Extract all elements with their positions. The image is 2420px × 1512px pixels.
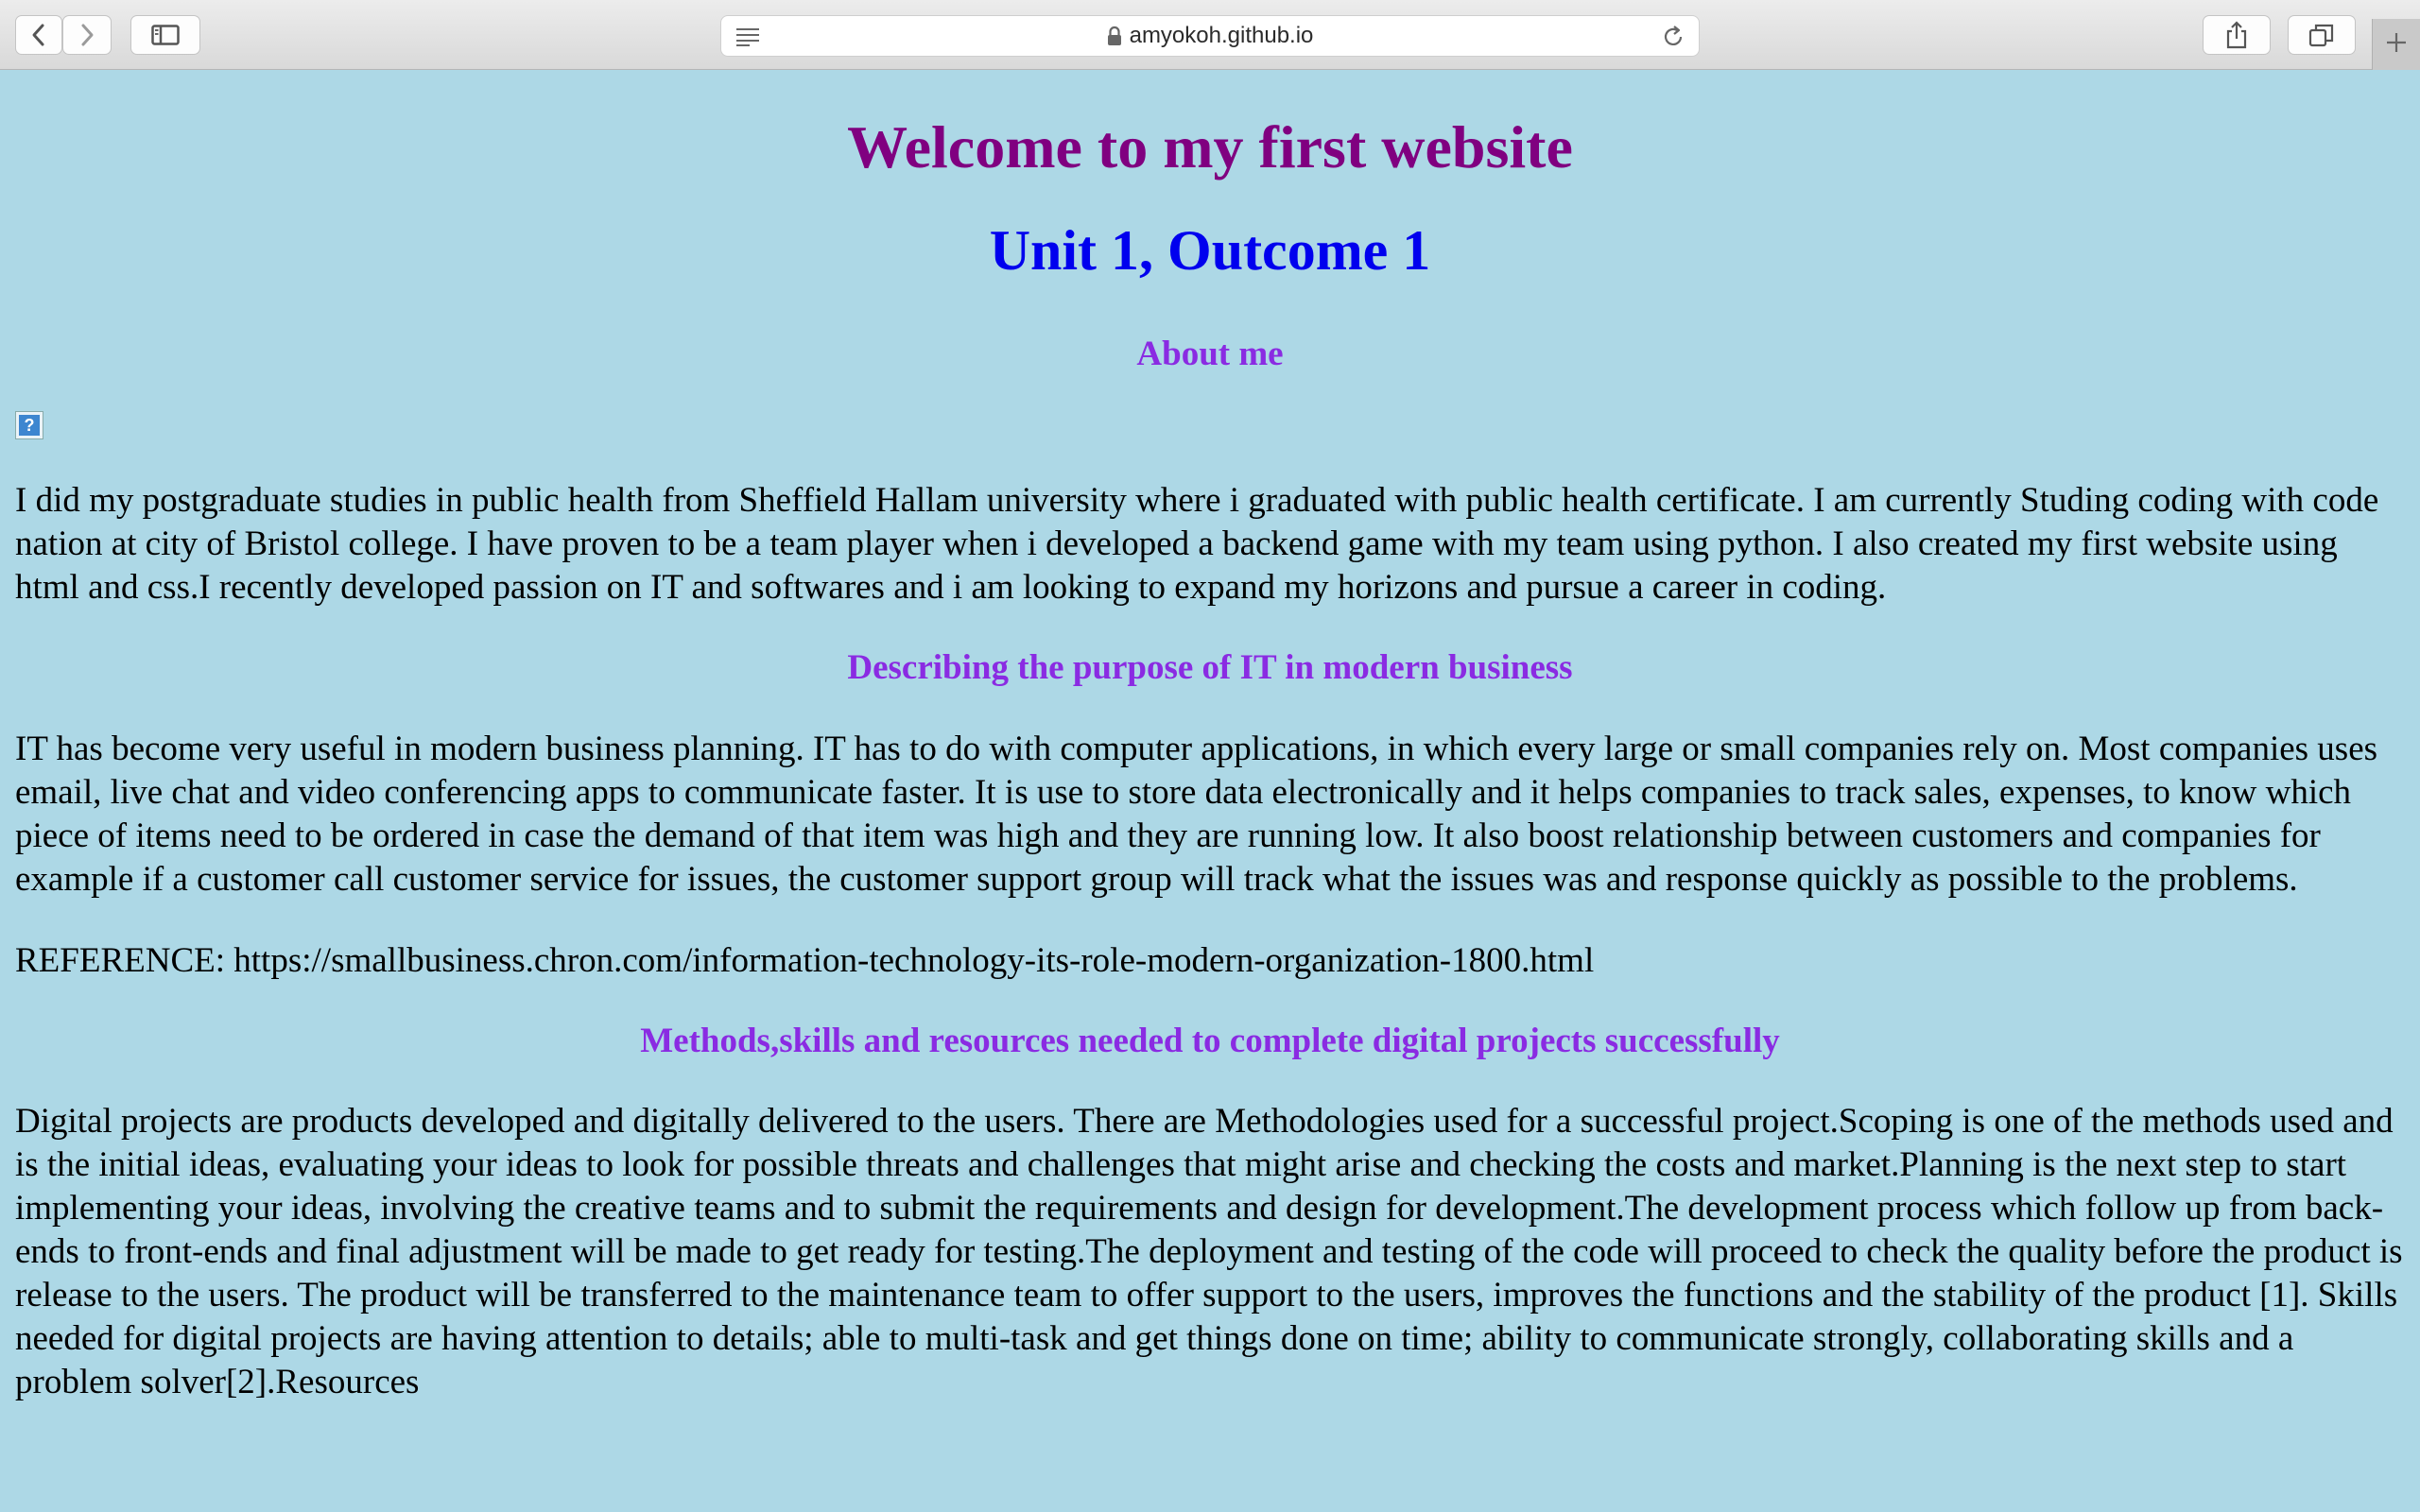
forward-button[interactable]: [62, 15, 112, 55]
new-tab-button[interactable]: [2372, 19, 2420, 70]
it-purpose-paragraph: IT has become very useful in modern busi…: [15, 729, 2378, 899]
page-subtitle: Unit 1, Outcome 1: [989, 218, 1431, 282]
about-paragraph: I did my postgraduate studies in public …: [15, 481, 2379, 608]
lock-icon: [1107, 26, 1122, 46]
broken-image-icon: ?: [15, 411, 43, 440]
methods-paragraph: Digital projects are products developed …: [15, 1101, 2403, 1401]
address-bar[interactable]: amyokoh.github.io: [720, 15, 1700, 57]
browser-toolbar: amyokoh.github.io: [0, 0, 2420, 70]
tabs-overview-icon: [2308, 23, 2335, 47]
chevron-left-icon: [30, 23, 47, 47]
share-button[interactable]: [2203, 15, 2271, 55]
reload-icon[interactable]: [1661, 25, 1685, 54]
url-text: amyokoh.github.io: [1129, 23, 1314, 48]
back-button[interactable]: [15, 15, 62, 55]
page-title: Welcome to my first website: [847, 113, 1573, 180]
tabs-overview-button[interactable]: [2288, 15, 2356, 55]
methods-heading: Methods,skills and resources needed to c…: [640, 1021, 1780, 1060]
about-heading: About me: [1136, 334, 1284, 373]
web-page: Welcome to my first website Unit 1, Outc…: [0, 70, 2420, 1512]
reference-text: REFERENCE: https://smallbusiness.chron.c…: [15, 940, 1595, 980]
it-purpose-heading: Describing the purpose of IT in modern b…: [847, 648, 1573, 688]
chevron-right-icon: [78, 23, 95, 47]
sidebar-icon: [151, 25, 180, 45]
sidebar-button[interactable]: [130, 15, 200, 55]
share-icon: [2225, 21, 2248, 49]
plus-icon: [2385, 31, 2408, 59]
